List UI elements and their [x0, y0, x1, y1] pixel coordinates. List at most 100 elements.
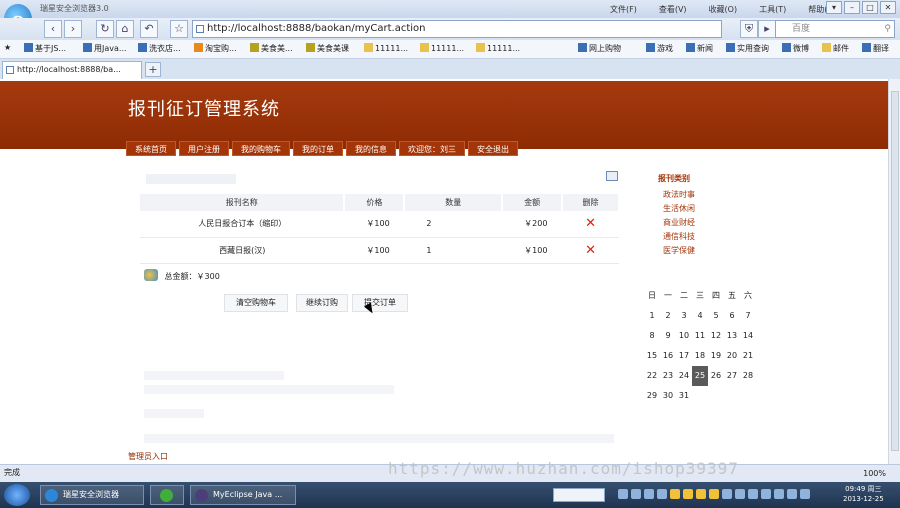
calendar-day[interactable]: 29 [644, 386, 660, 406]
tray-icon[interactable] [774, 489, 784, 499]
task-app[interactable] [150, 485, 184, 505]
calendar-day[interactable]: 12 [708, 326, 724, 346]
delete-icon[interactable]: ✕ [585, 216, 596, 231]
menu-favorites[interactable]: 收藏(O) [709, 4, 738, 15]
favorite-item[interactable]: 翻译 [862, 43, 889, 54]
favorite-item[interactable]: 微博 [782, 43, 809, 54]
calendar-day[interactable]: 8 [644, 326, 660, 346]
undo-icon[interactable]: ↶ [140, 20, 158, 38]
search-icon[interactable]: ⚲ [884, 21, 891, 37]
menu-my-info[interactable]: 我的信息 [346, 141, 396, 156]
forward-icon[interactable]: › [64, 20, 82, 38]
calendar-day[interactable]: 16 [660, 346, 676, 366]
favorite-folder[interactable]: 11111... [420, 43, 464, 53]
tray-icon[interactable] [722, 489, 732, 499]
tray-icon[interactable] [657, 489, 667, 499]
menu-tools[interactable]: 工具(T) [759, 4, 786, 15]
favorite-item[interactable]: 邮件 [822, 43, 849, 54]
task-myeclipse[interactable]: MyEclipse Java ... [190, 485, 296, 505]
calendar-day[interactable]: 23 [660, 366, 676, 386]
tray-icon[interactable] [800, 489, 810, 499]
calendar-day[interactable]: 22 [644, 366, 660, 386]
favorites-star-icon[interactable]: ★ [4, 43, 11, 52]
calendar-day[interactable]: 26 [708, 366, 724, 386]
favorite-item[interactable]: 用Java... [83, 43, 127, 54]
favorite-item[interactable]: 游戏 [646, 43, 673, 54]
admin-entry-link[interactable]: 管理员入口 [128, 451, 168, 462]
calendar-day[interactable]: 11 [692, 326, 708, 346]
menu-file[interactable]: 文件(F) [610, 4, 637, 15]
tray-icon[interactable] [709, 489, 719, 499]
calendar-day[interactable]: 24 [676, 366, 692, 386]
tray-icon[interactable] [787, 489, 797, 499]
pin-icon[interactable]: ▾ [826, 1, 842, 14]
continue-order-button[interactable]: 继续订购 [296, 294, 348, 312]
calendar-day[interactable]: 17 [676, 346, 692, 366]
tray-icon[interactable] [618, 489, 628, 499]
refresh-icon[interactable]: ↻ [96, 20, 114, 38]
shield-icon[interactable]: ⛨ [740, 20, 758, 38]
tab-current[interactable]: http://localhost:8888/ba... [2, 61, 142, 79]
calendar-day[interactable]: 28 [740, 366, 756, 386]
calendar-day[interactable]: 4 [692, 306, 708, 326]
menu-register[interactable]: 用户注册 [179, 141, 229, 156]
tray-icon[interactable] [761, 489, 771, 499]
clear-cart-button[interactable]: 清空购物车 [224, 294, 288, 312]
favorite-item[interactable]: 新闻 [686, 43, 713, 54]
submit-order-button[interactable]: 提交订单 [352, 294, 408, 312]
menu-my-orders[interactable]: 我的订单 [293, 141, 343, 156]
calendar-day[interactable]: 15 [644, 346, 660, 366]
calendar-day[interactable]: 1 [644, 306, 660, 326]
go-icon[interactable]: ▸ [758, 20, 776, 38]
favorite-folder[interactable]: 11111... [476, 43, 520, 53]
favorite-folder[interactable]: 11111... [364, 43, 408, 53]
calendar-day-today[interactable]: 25 [692, 366, 708, 386]
calendar-day[interactable]: 9 [660, 326, 676, 346]
category-link[interactable]: 通信科技 [663, 231, 695, 242]
task-browser[interactable]: 瑞星安全浏览器 [40, 485, 144, 505]
tray-icon[interactable] [670, 489, 680, 499]
scrollbar-thumb[interactable] [891, 91, 899, 451]
tray-icon[interactable] [696, 489, 706, 499]
category-link[interactable]: 政法时事 [663, 189, 695, 200]
favorite-item[interactable]: 淘宝购... [194, 43, 237, 54]
home-icon[interactable]: ⌂ [116, 20, 134, 38]
favorite-item[interactable]: 网上购物 [578, 43, 621, 54]
vertical-scrollbar[interactable] [888, 79, 900, 464]
tray-icon[interactable] [644, 489, 654, 499]
calendar-day[interactable]: 30 [660, 386, 676, 406]
menu-view[interactable]: 查看(V) [659, 4, 687, 15]
calendar-day[interactable]: 21 [740, 346, 756, 366]
close-icon[interactable]: ✕ [880, 1, 896, 14]
favorite-item[interactable]: 实用查询 [726, 43, 769, 54]
input-method-bar[interactable] [553, 488, 605, 502]
calendar-day[interactable]: 18 [692, 346, 708, 366]
calendar-day[interactable]: 5 [708, 306, 724, 326]
favorite-item[interactable]: 洗衣店... [138, 43, 181, 54]
calendar-day[interactable]: 14 [740, 326, 756, 346]
menu-home[interactable]: 系统首页 [126, 141, 176, 156]
calendar-day[interactable]: 3 [676, 306, 692, 326]
zoom-level[interactable]: 100% [863, 466, 886, 482]
clock[interactable]: 09:49 周三 2013-12-25 [843, 484, 884, 504]
tray-icon[interactable] [735, 489, 745, 499]
calendar-day[interactable]: 6 [724, 306, 740, 326]
minimize-icon[interactable]: – [844, 1, 860, 14]
favorite-star-icon[interactable]: ☆ [170, 20, 188, 38]
category-link[interactable]: 生活休闲 [663, 203, 695, 214]
tray-icon[interactable] [631, 489, 641, 499]
new-tab-button[interactable]: + [145, 62, 161, 77]
search-input[interactable]: 百度 ⚲ [775, 20, 895, 38]
tray-icon[interactable] [748, 489, 758, 499]
calendar-day[interactable]: 7 [740, 306, 756, 326]
category-link[interactable]: 医学保健 [663, 245, 695, 256]
category-link[interactable]: 商业财经 [663, 217, 695, 228]
calendar-day[interactable]: 2 [660, 306, 676, 326]
maximize-icon[interactable]: □ [862, 1, 878, 14]
calendar-day[interactable]: 10 [676, 326, 692, 346]
favorite-item[interactable]: 基于JS... [24, 43, 66, 54]
delete-icon[interactable]: ✕ [585, 243, 596, 258]
calendar-day[interactable]: 27 [724, 366, 740, 386]
favorite-item[interactable]: 美食美... [250, 43, 293, 54]
calendar-day[interactable]: 31 [676, 386, 692, 406]
